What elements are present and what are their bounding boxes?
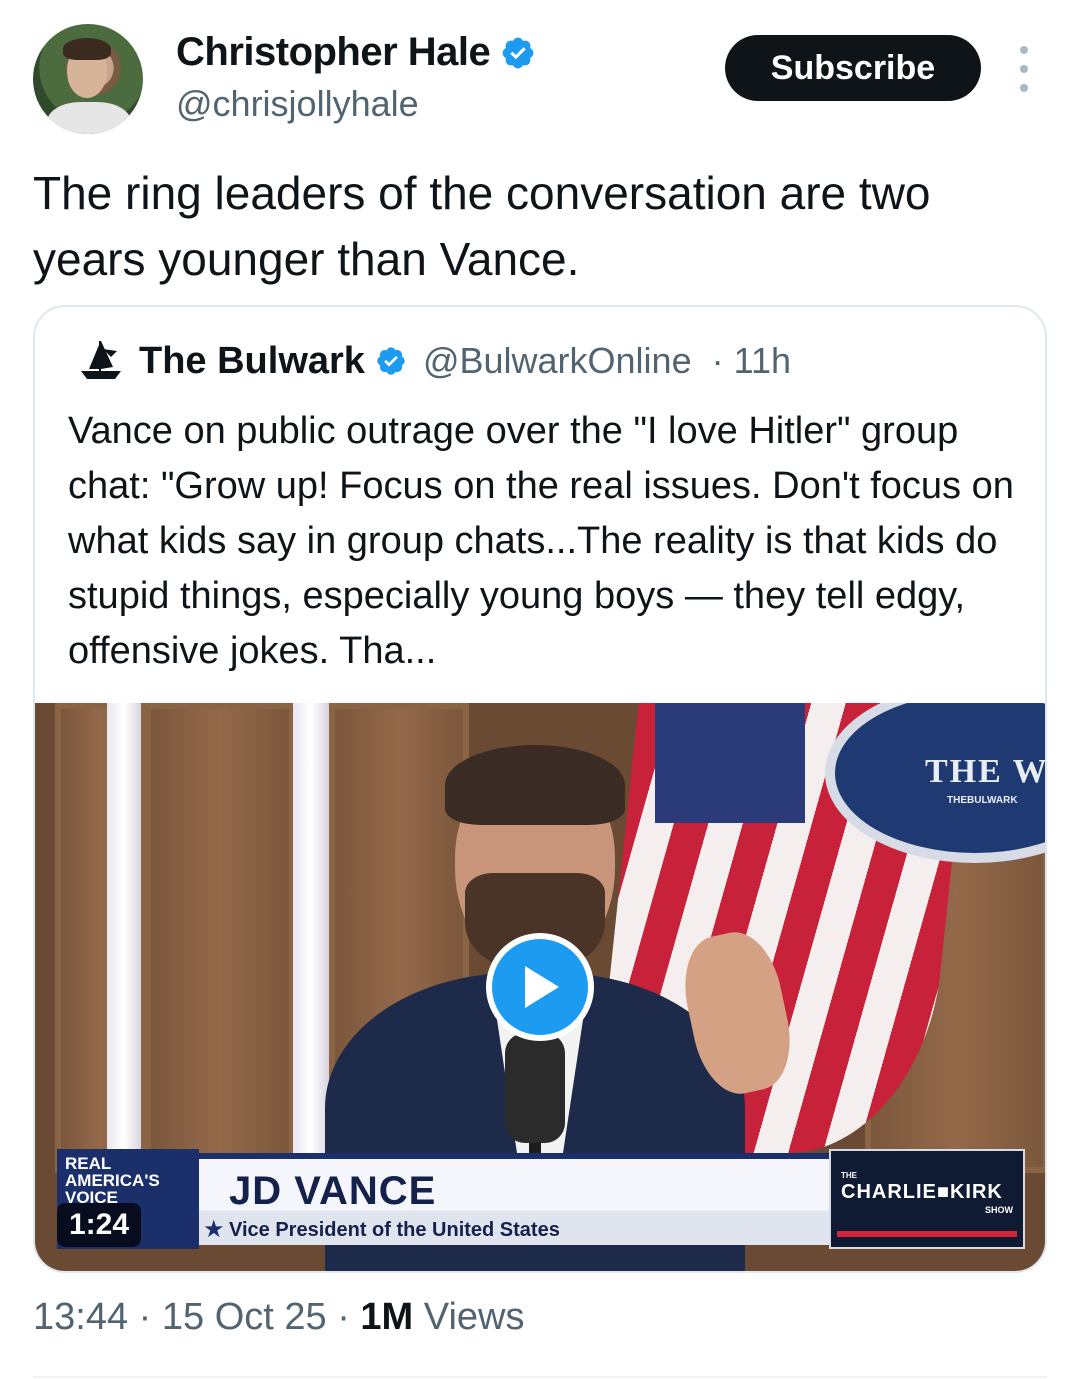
avatar-hair bbox=[63, 38, 111, 60]
tweet-text: The ring leaders of the conversation are… bbox=[33, 167, 931, 285]
divider bbox=[33, 1376, 1047, 1378]
verified-badge-icon bbox=[377, 347, 405, 375]
show-logo-sub: SHOW bbox=[985, 1205, 1013, 1215]
lower-third-name: JD VANCE bbox=[229, 1169, 437, 1213]
more-dot bbox=[1020, 84, 1028, 92]
play-icon bbox=[525, 966, 559, 1008]
show-logo-the: THE bbox=[841, 1171, 857, 1180]
views-count[interactable]: 1M bbox=[360, 1296, 413, 1338]
verified-badge-icon bbox=[502, 37, 534, 68]
backdrop-pillar bbox=[293, 703, 329, 1173]
tweet-meta: 13:44 · 15 Oct 25 · 1M Views bbox=[33, 1296, 524, 1339]
lower-third: REAL AMERICA'S VOICE JD VANCE ★ Vice Pre… bbox=[57, 1149, 1025, 1249]
lower-third-banner: JD VANCE ★ Vice President of the United … bbox=[199, 1153, 829, 1245]
quoted-tweet-header: The Bulwark @BulwarkOnline · 11h bbox=[77, 337, 791, 385]
author-name-row: Christopher Hale bbox=[176, 30, 536, 75]
microphone bbox=[505, 1033, 565, 1143]
backdrop-seal-subtext: THEBULWARK bbox=[947, 795, 1018, 806]
tweet-time[interactable]: 13:44 bbox=[33, 1296, 128, 1338]
quoted-author-name[interactable]: The Bulwark bbox=[139, 340, 365, 383]
star-icon: ★ bbox=[203, 1216, 225, 1243]
flag-canton bbox=[655, 703, 805, 823]
lower-third-title: Vice President of the United States bbox=[229, 1219, 560, 1241]
tweet-date[interactable]: 15 Oct 25 bbox=[162, 1296, 327, 1338]
quoted-timestamp[interactable]: · 11h bbox=[712, 340, 791, 382]
show-logo-name: CHARLIE■KIRK bbox=[841, 1181, 1003, 1203]
author-block: Christopher Hale @chrisjollyhale bbox=[176, 30, 536, 125]
more-dot bbox=[1020, 46, 1028, 54]
meta-separator: · bbox=[337, 1296, 361, 1338]
quoted-author-handle[interactable]: @BulwarkOnline bbox=[423, 340, 692, 382]
tweet-detail: Christopher Hale @chrisjollyhale Subscri… bbox=[0, 0, 1080, 1379]
backdrop-seal-text: THE W bbox=[925, 753, 1047, 790]
play-button[interactable] bbox=[486, 933, 594, 1041]
quoted-tweet-text: Vance on public outrage over the "I love… bbox=[68, 410, 1014, 672]
subscribe-button[interactable]: Subscribe bbox=[725, 35, 981, 101]
video-duration-badge: 1:24 bbox=[57, 1203, 142, 1247]
show-logo-bar bbox=[837, 1231, 1017, 1237]
more-vertical-icon[interactable] bbox=[1014, 46, 1034, 92]
video-player[interactable]: THE W THEBULWARK REAL AMERICA'S VOICE JD… bbox=[35, 703, 1047, 1271]
wood-panel bbox=[145, 703, 295, 1173]
meta-separator: · bbox=[138, 1296, 162, 1338]
bulwark-ship-logo-icon bbox=[81, 341, 121, 379]
views-label: Views bbox=[423, 1296, 525, 1338]
avatar-shirt bbox=[47, 102, 131, 134]
author-handle[interactable]: @chrisjollyhale bbox=[176, 83, 536, 125]
person-hair bbox=[445, 745, 625, 825]
backdrop-pillar bbox=[107, 703, 141, 1173]
author-name[interactable]: Christopher Hale bbox=[176, 30, 491, 75]
avatar[interactable] bbox=[33, 24, 143, 134]
quoted-tweet-card[interactable]: The Bulwark @BulwarkOnline · 11h Vance o… bbox=[33, 305, 1047, 1273]
show-logo: THE CHARLIE■KIRK SHOW bbox=[829, 1149, 1025, 1249]
more-dot bbox=[1020, 65, 1028, 73]
